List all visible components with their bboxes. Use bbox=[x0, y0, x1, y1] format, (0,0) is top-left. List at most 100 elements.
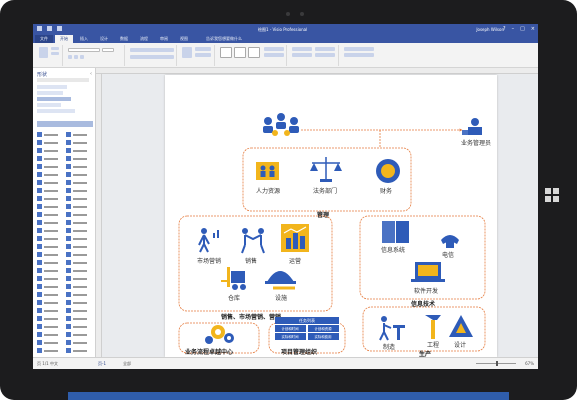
stencil-shape[interactable] bbox=[66, 219, 90, 226]
stencil-shape[interactable] bbox=[66, 339, 90, 346]
shapes-search-input[interactable] bbox=[37, 78, 89, 82]
save-icon[interactable] bbox=[37, 26, 42, 31]
stencil-shape[interactable] bbox=[66, 195, 90, 202]
stencil-shape[interactable] bbox=[66, 283, 90, 290]
sidebar-item-quick-shapes[interactable] bbox=[37, 91, 63, 95]
zoom-slider-handle[interactable] bbox=[496, 361, 498, 366]
stencil-shape[interactable] bbox=[66, 243, 90, 250]
stencil-shape[interactable] bbox=[37, 339, 61, 346]
zoom-level[interactable]: 67% bbox=[525, 361, 534, 366]
align-button[interactable] bbox=[292, 47, 312, 51]
stencil-shape[interactable] bbox=[66, 291, 90, 298]
font-size-select[interactable] bbox=[102, 48, 114, 52]
find-button[interactable] bbox=[344, 47, 374, 51]
stencil-shape[interactable] bbox=[37, 307, 61, 314]
tab-file[interactable]: 文件 bbox=[35, 35, 53, 43]
stencil-shape[interactable] bbox=[66, 139, 90, 146]
windows-logo-icon[interactable] bbox=[545, 188, 559, 202]
stencil-shape[interactable] bbox=[66, 307, 90, 314]
stencil-shape[interactable] bbox=[37, 235, 61, 242]
sidebar-item-basic-flowchart[interactable] bbox=[37, 109, 75, 113]
sheet-tab[interactable]: 页-1 bbox=[98, 361, 106, 367]
stencil-shape[interactable] bbox=[66, 347, 90, 354]
bring-forward-button[interactable] bbox=[315, 47, 335, 51]
close-button[interactable]: × bbox=[531, 26, 535, 32]
underline-icon[interactable] bbox=[80, 55, 84, 59]
sidebar-item-more-shapes[interactable] bbox=[37, 85, 67, 89]
stencil-shape[interactable] bbox=[66, 251, 90, 258]
italic-icon[interactable] bbox=[74, 55, 78, 59]
connector-tool-icon[interactable] bbox=[195, 47, 211, 51]
stencil-shape[interactable] bbox=[37, 291, 61, 298]
tab-data[interactable]: 数据 bbox=[115, 35, 133, 43]
stencil-shape[interactable] bbox=[37, 195, 61, 202]
sidebar-item-departments[interactable] bbox=[37, 97, 71, 101]
align-buttons[interactable] bbox=[130, 48, 174, 52]
stencil-shape[interactable] bbox=[37, 243, 61, 250]
stencil-shape[interactable] bbox=[37, 187, 61, 194]
cut-icon[interactable] bbox=[51, 47, 59, 50]
all-pages-tab[interactable]: 全部 bbox=[123, 361, 131, 367]
stencil-shape[interactable] bbox=[66, 331, 90, 338]
stencil-shape[interactable] bbox=[37, 171, 61, 178]
user-name[interactable]: Joseph Wilson bbox=[476, 27, 504, 32]
stencil-shape[interactable] bbox=[37, 315, 61, 322]
indent-buttons[interactable] bbox=[130, 55, 174, 59]
stencil-shape[interactable] bbox=[66, 235, 90, 242]
stencil-shape[interactable] bbox=[37, 203, 61, 210]
stencil-shape[interactable] bbox=[37, 139, 61, 146]
stencil-shape[interactable] bbox=[66, 299, 90, 306]
send-backward-button[interactable] bbox=[315, 53, 335, 57]
stencil-shape[interactable] bbox=[37, 131, 61, 138]
stencil-shape[interactable] bbox=[37, 227, 61, 234]
tab-process[interactable]: 流程 bbox=[135, 35, 153, 43]
text-tool-icon[interactable] bbox=[195, 53, 211, 57]
stencil-shape[interactable] bbox=[37, 331, 61, 338]
stencil-shape[interactable] bbox=[37, 179, 61, 186]
stencil-shape[interactable] bbox=[66, 227, 90, 234]
stencil-shape[interactable] bbox=[37, 259, 61, 266]
stencil-shape[interactable] bbox=[66, 203, 90, 210]
sidebar-item-selected-stencil[interactable] bbox=[37, 121, 93, 127]
minimize-button[interactable]: – bbox=[512, 26, 515, 32]
stencil-shape[interactable] bbox=[66, 131, 90, 138]
stencil-shape[interactable] bbox=[37, 267, 61, 274]
stencil-shape[interactable] bbox=[66, 315, 90, 322]
stencil-shape[interactable] bbox=[37, 219, 61, 226]
stencil-shape[interactable] bbox=[37, 251, 61, 258]
stencil-shape[interactable] bbox=[66, 267, 90, 274]
stencil-shape[interactable] bbox=[66, 323, 90, 330]
tab-insert[interactable]: 插入 bbox=[75, 35, 93, 43]
stencil-shape[interactable] bbox=[37, 275, 61, 282]
copy-icon[interactable] bbox=[51, 52, 59, 55]
collapse-icon[interactable]: ‹ bbox=[90, 71, 92, 77]
fill-button[interactable] bbox=[264, 47, 284, 51]
stencil-shape[interactable] bbox=[37, 155, 61, 162]
layers-button[interactable] bbox=[344, 53, 374, 57]
undo-icon[interactable] bbox=[47, 26, 52, 31]
stencil-shape[interactable] bbox=[37, 323, 61, 330]
drawing-page[interactable]: 业务管理员 人力资源 法务部门 财务 管理 市场营销 销售 运营 仓库 设施 销… bbox=[165, 75, 497, 358]
stencil-shape[interactable] bbox=[37, 211, 61, 218]
style-swatch-2[interactable] bbox=[234, 47, 246, 58]
stencil-shape[interactable] bbox=[66, 275, 90, 282]
sidebar-item-it-web[interactable] bbox=[37, 103, 61, 107]
stencil-shape[interactable] bbox=[66, 171, 90, 178]
stencil-shape[interactable] bbox=[66, 259, 90, 266]
tab-design[interactable]: 设计 bbox=[95, 35, 113, 43]
style-swatch-3[interactable] bbox=[248, 47, 260, 58]
font-name-select[interactable] bbox=[68, 48, 100, 52]
pointer-tool-icon[interactable] bbox=[182, 47, 192, 58]
stencil-shape[interactable] bbox=[66, 147, 90, 154]
tab-view[interactable]: 视图 bbox=[175, 35, 193, 43]
stencil-shape[interactable] bbox=[37, 283, 61, 290]
help-button[interactable]: ? bbox=[503, 26, 506, 32]
position-button[interactable] bbox=[292, 53, 312, 57]
style-swatch-1[interactable] bbox=[220, 47, 232, 58]
tab-home[interactable]: 开始 bbox=[55, 35, 73, 43]
stencil-shape[interactable] bbox=[66, 155, 90, 162]
line-button[interactable] bbox=[264, 53, 284, 57]
stencil-shape[interactable] bbox=[37, 147, 61, 154]
stencil-shape[interactable] bbox=[66, 163, 90, 170]
bold-icon[interactable] bbox=[68, 55, 72, 59]
